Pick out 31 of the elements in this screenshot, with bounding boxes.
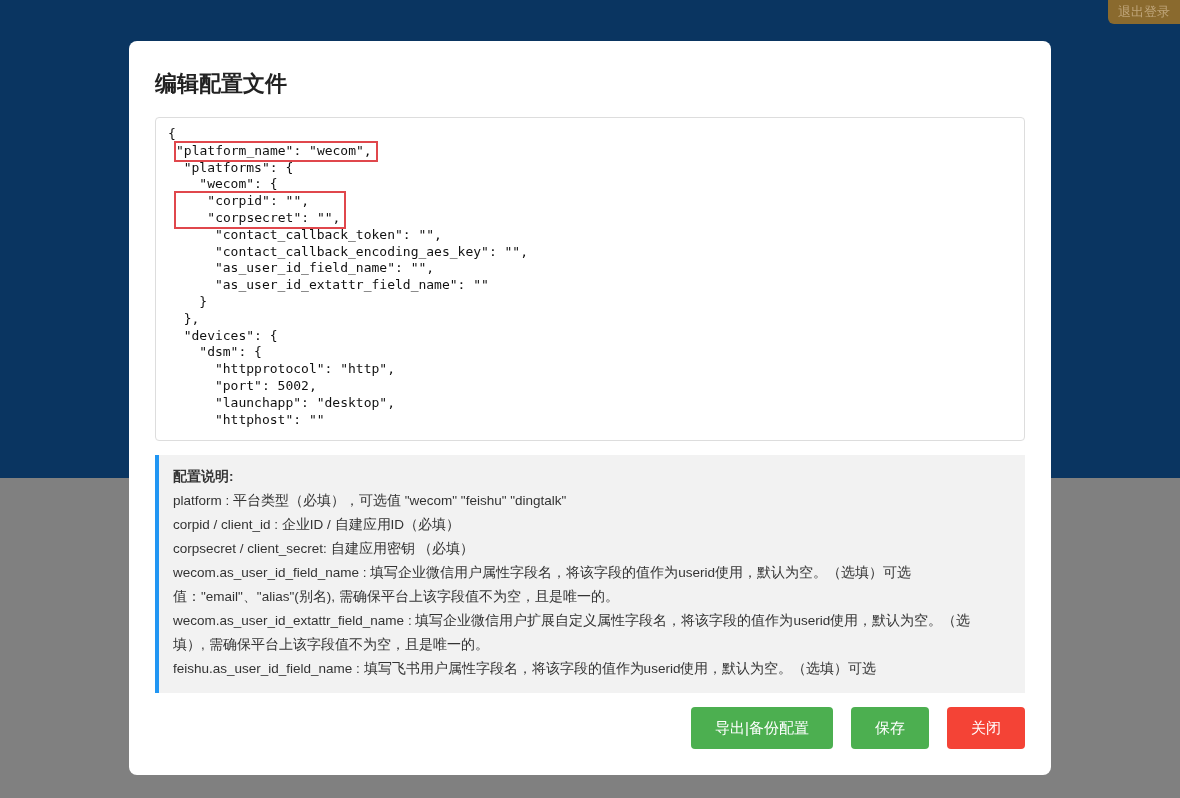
dialog-button[interactable]: 保存 <box>851 707 929 749</box>
code-line: "devices": { <box>182 327 279 345</box>
code-line: { <box>168 126 177 143</box>
code-line: "httphost": "" <box>213 411 326 429</box>
dialog-title: 编辑配置文件 <box>155 70 288 98</box>
dialog-button[interactable]: 导出|备份配置 <box>691 707 833 749</box>
code-line: "platforms": { <box>182 159 295 177</box>
notes-text: wecom.as_user_id_field_name : 填写企业微信用户属性字段名，将该字段的值作为userid使用，默认为空。（选填）可选值："email"、"alias"(别名), 需确保平台上该字段值不为空，且是唯一的。 <box>173 564 913 606</box>
logout-button[interactable]: 退出登录 <box>1108 0 1180 24</box>
notes-text: corpid / client_id : 企业ID / 自建应用ID（必填） <box>173 516 462 534</box>
code-line: "as_user_id_extattr_field_name": "" <box>213 277 490 294</box>
notes-text: feishu.as_user_id_field_name : 填写飞书用户属性字段名，将该字段的值作为userid使用，默认为空。（选填）可选 <box>173 660 878 678</box>
notes-text: wecom.as_user_id_extattr_field_name : 填写企业微信用户扩展自定义属性字段名，将该字段的值作为userid使用，默认为空。（选填）, 需确保平台上该字段值不为空，且是唯一的。 <box>173 612 972 654</box>
code-line: "wecom": { <box>198 176 279 194</box>
code-line: "platform_name": "wecom", <box>176 142 372 160</box>
code-line: "port": 5002, <box>213 377 318 395</box>
notes-text: platform : 平台类型（必填），可选值 "wecom" "feishu" "dingtalk" <box>173 492 568 510</box>
notes-text: corpsecret / client_secret: 自建应用密钥 （必填） <box>173 540 476 558</box>
code-line: "launchapp": "desktop", <box>213 394 396 412</box>
code-line: "as_user_id_field_name": "", <box>213 260 436 278</box>
notes-title: 配置说明: <box>173 468 235 486</box>
code-line: } <box>198 293 209 311</box>
code-line: "contact_callback_token": "", <box>213 226 443 244</box>
dialog-button[interactable]: 关闭 <box>947 707 1025 749</box>
code-line: "contact_callback_encoding_aes_key": "", <box>213 243 530 261</box>
code-line: }, <box>182 310 201 328</box>
code-editor[interactable] <box>155 117 1025 441</box>
code-line: "corpid": "", <box>206 193 311 210</box>
code-line: "httpprotocol": "http", <box>213 361 396 378</box>
code-line: "dsm": { <box>198 344 263 362</box>
code-line: "corpsecret": "", <box>206 210 341 227</box>
